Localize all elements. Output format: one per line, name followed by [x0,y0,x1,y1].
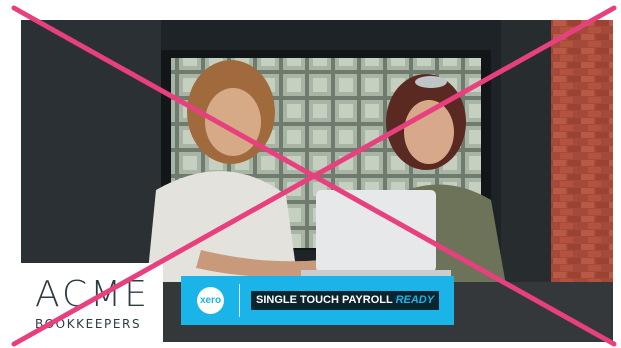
acme-bookkeepers-logo: ACME BOOKKEEPERS [21,263,163,342]
xero-logo-icon: xero [197,287,224,314]
brand-name-line2: BOOKKEEPERS [35,317,142,331]
promo-image: ACME BOOKKEEPERS xero SINGLE TOUCH PAYRO… [21,20,613,342]
stp-ready-text: READY [395,294,435,306]
brand-name-line1: ACME [35,274,150,315]
single-touch-payroll-banner: xero SINGLE TOUCH PAYROLL READY [181,276,454,325]
stp-label-text: SINGLE TOUCH PAYROLL [256,294,393,306]
stp-ready-label: SINGLE TOUCH PAYROLL READY [251,291,440,310]
banner-divider [239,284,240,317]
